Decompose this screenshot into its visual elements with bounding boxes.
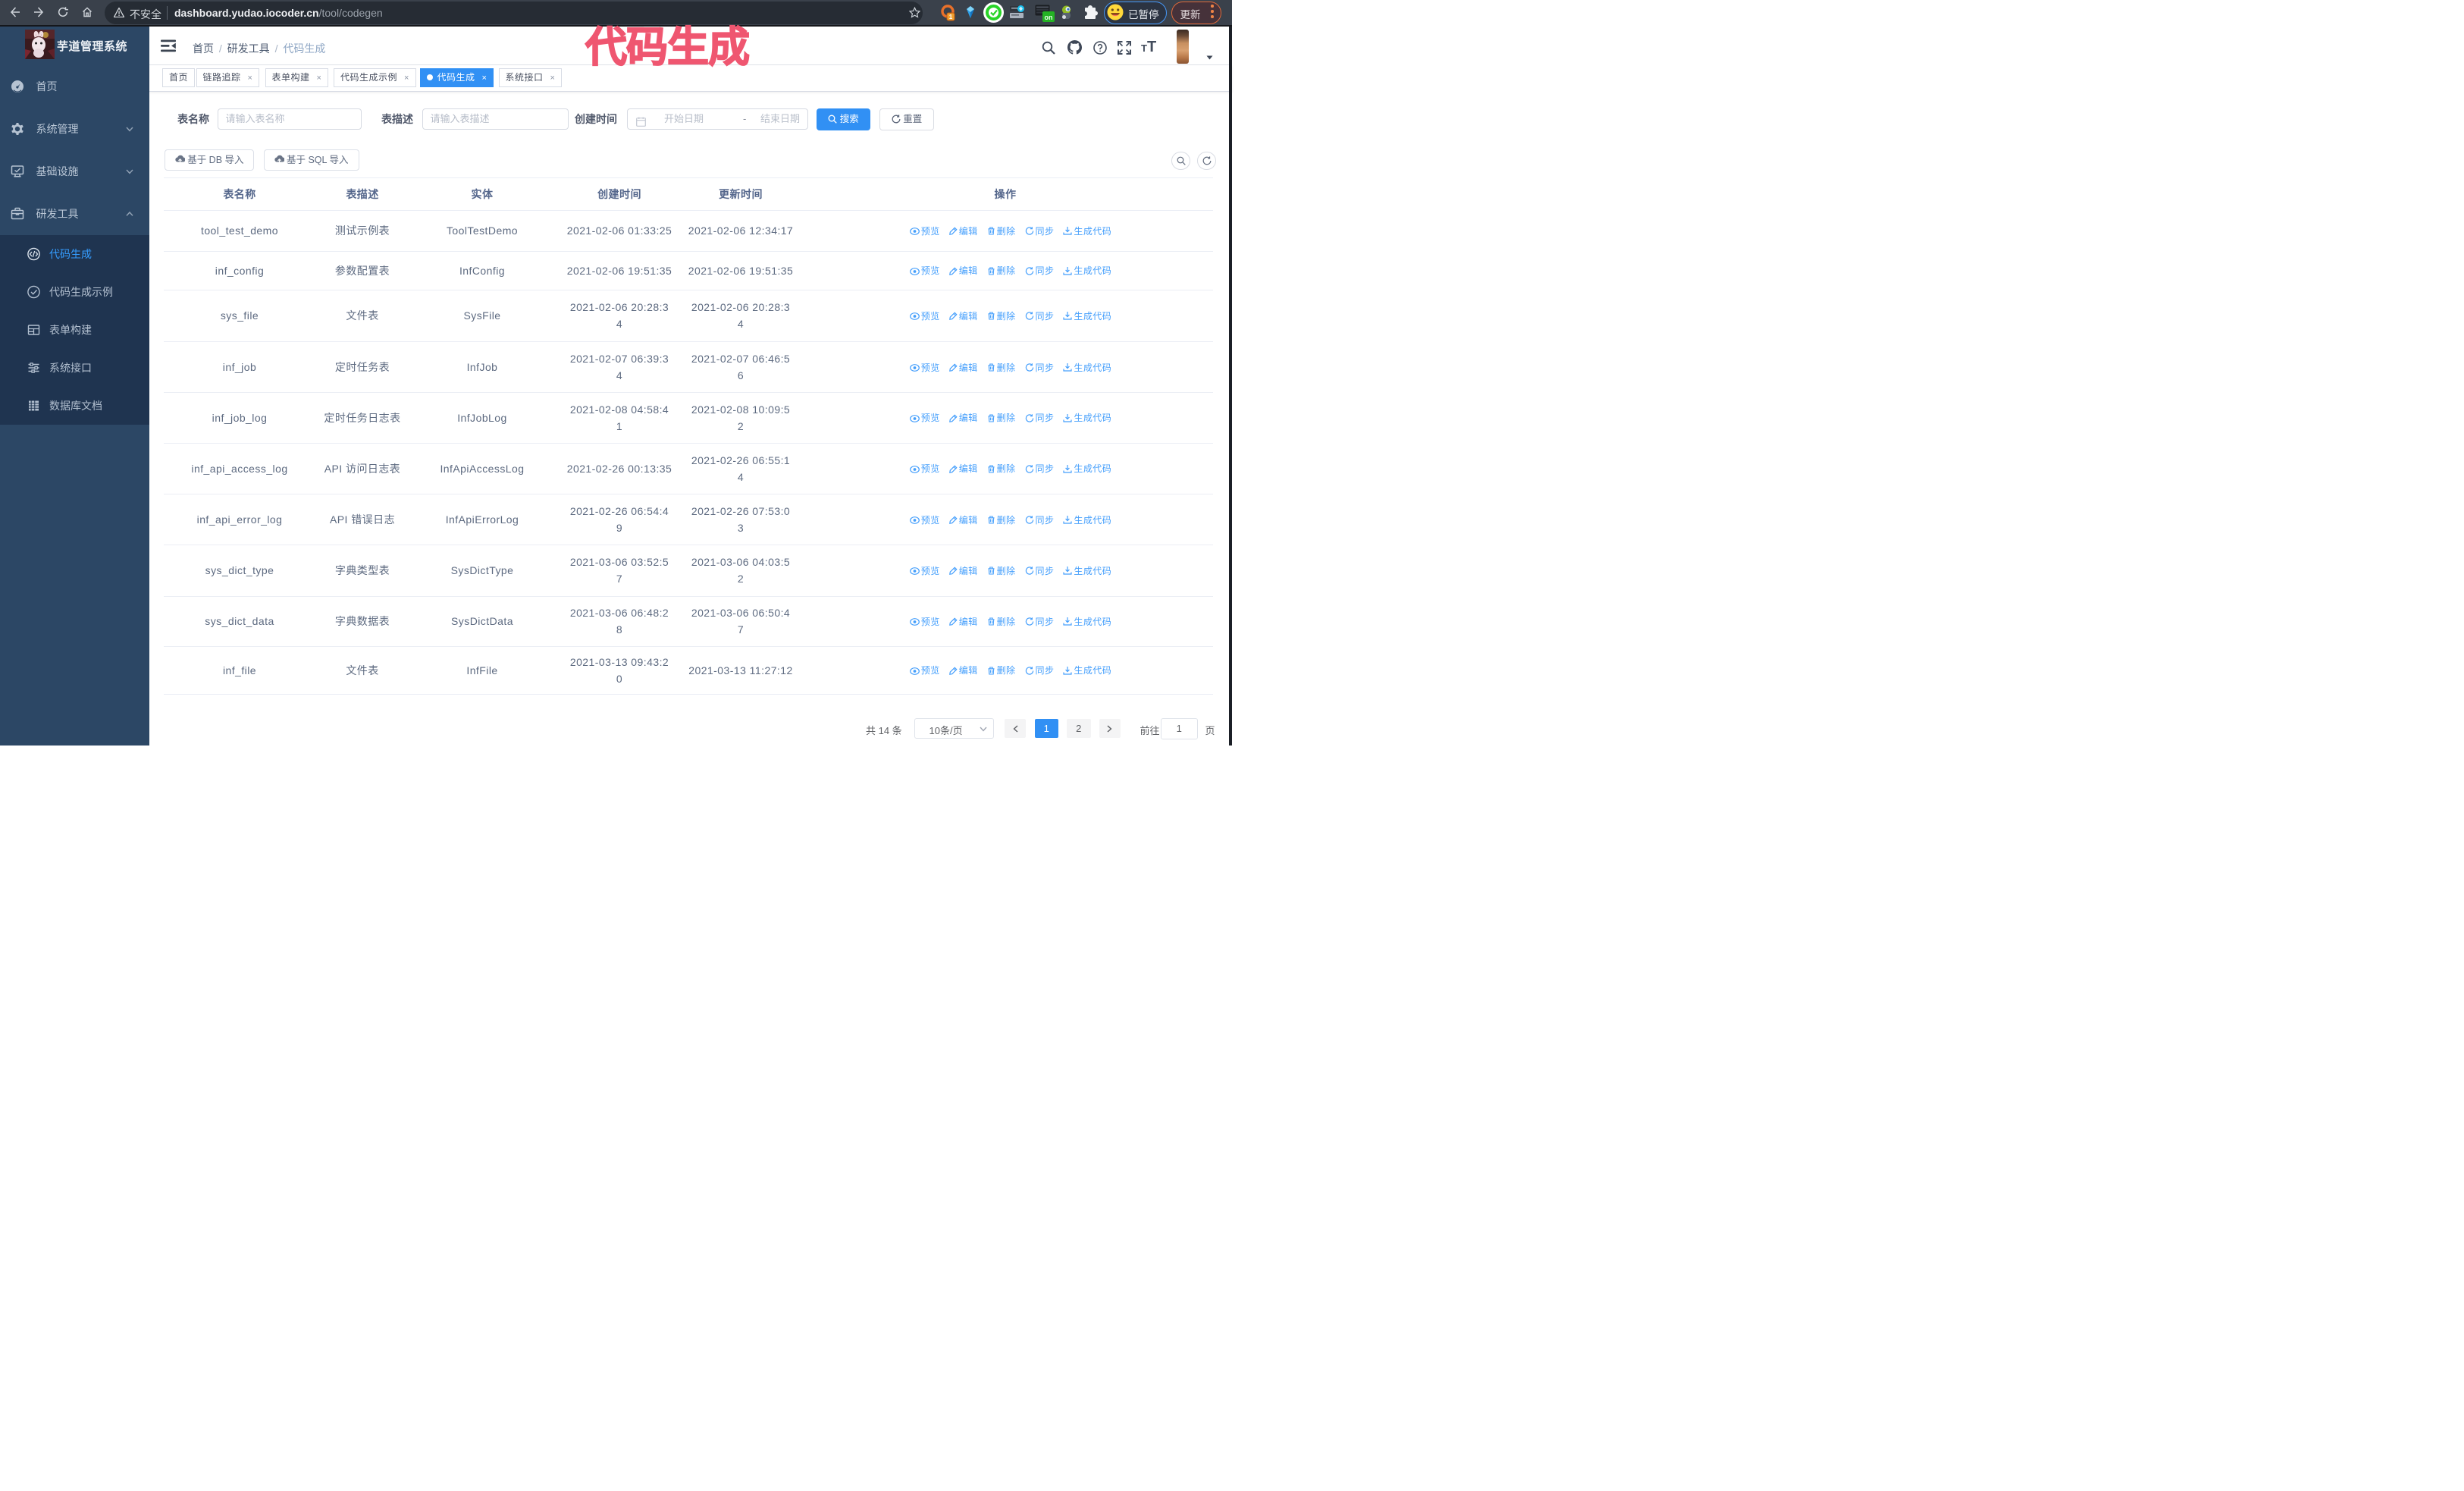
svg-text:on: on <box>1045 14 1053 21</box>
svg-text:1: 1 <box>949 14 953 20</box>
